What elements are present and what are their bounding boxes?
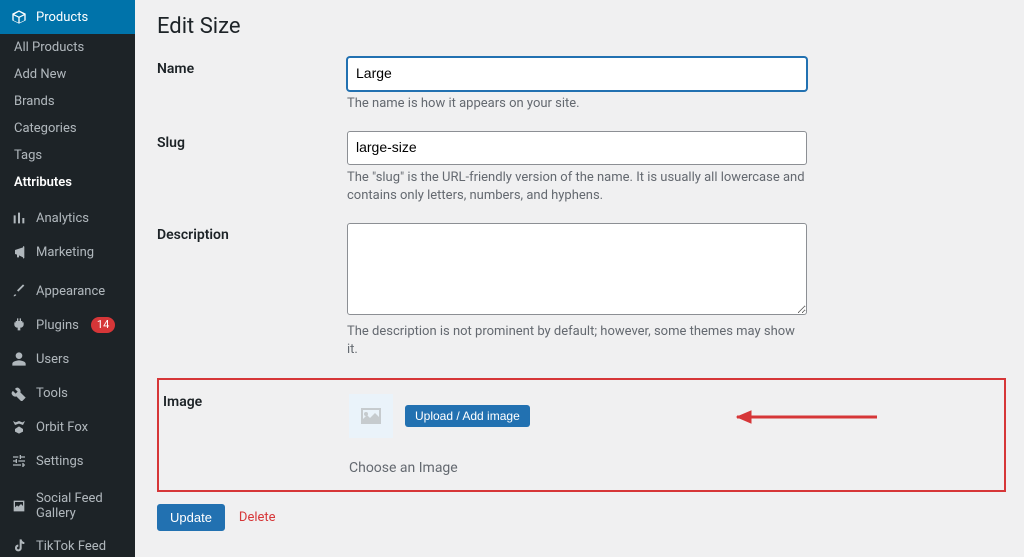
products-submenu: All Products Add New Brands Categories T… [0,34,135,196]
bar-chart-icon [10,209,28,227]
fox-icon [10,418,28,436]
name-row: Name The name is how it appears on your … [157,57,1006,113]
description-row: Description The description is not promi… [157,223,1006,359]
name-help: The name is how it appears on your site. [347,95,807,113]
sidebar-item-analytics[interactable]: Analytics [0,201,135,235]
sidebar-item-label: Marketing [36,245,94,260]
slug-help: The "slug" is the URL-friendly version o… [347,169,807,205]
brush-icon [10,282,28,300]
slug-input[interactable] [347,131,807,165]
description-textarea[interactable] [347,223,807,315]
sidebar-item-label: Analytics [36,211,89,226]
sidebar-item-social-feed[interactable]: Social Feed Gallery [0,483,135,529]
name-input[interactable] [347,57,807,91]
sidebar-item-attributes[interactable]: Attributes [0,169,135,196]
upload-add-image-button[interactable]: Upload / Add image [405,405,530,427]
sidebar-item-tools[interactable]: Tools [0,376,135,410]
sidebar-item-users[interactable]: Users [0,342,135,376]
tiktok-icon [10,537,28,555]
main-content: Edit Size Name The name is how it appear… [135,0,1024,557]
user-icon [10,350,28,368]
sidebar-item-tiktok[interactable]: TikTok Feed [0,529,135,557]
sidebar-item-products[interactable]: Products [0,0,135,34]
sidebar-item-all-products[interactable]: All Products [0,34,135,61]
image-icon [359,406,383,426]
sliders-icon [10,452,28,470]
description-help: The description is not prominent by defa… [347,323,807,359]
plugins-badge: 14 [91,317,115,333]
sidebar-item-label: Plugins [36,318,79,333]
image-thumbnail-placeholder [349,394,393,438]
sidebar-item-label: Users [36,352,69,367]
wrench-icon [10,384,28,402]
slug-label: Slug [157,131,347,151]
sidebar-item-settings[interactable]: Settings [0,444,135,478]
megaphone-icon [10,243,28,261]
slug-row: Slug The "slug" is the URL-friendly vers… [157,131,1006,205]
box-icon [10,8,28,26]
plug-icon [10,316,28,334]
sidebar-item-label: Orbit Fox [36,420,88,435]
image-label: Image [159,394,349,410]
sidebar-item-label: TikTok Feed [36,539,106,554]
sidebar-item-label: Products [36,10,88,25]
page-title: Edit Size [157,14,1006,39]
description-label: Description [157,223,347,243]
admin-sidebar: Products All Products Add New Brands Cat… [0,0,135,557]
sidebar-item-appearance[interactable]: Appearance [0,274,135,308]
sidebar-item-categories[interactable]: Categories [0,115,135,142]
sidebar-item-label: Settings [36,454,83,469]
delete-link[interactable]: Delete [239,510,276,525]
image-section: Image Upload / Add image Choose an Image [157,378,1006,492]
name-label: Name [157,57,347,77]
sidebar-item-label: Tools [36,386,68,401]
choose-image-text: Choose an Image [349,460,1004,476]
sidebar-item-label: Appearance [36,284,105,299]
form-actions: Update Delete [157,504,1006,531]
update-button[interactable]: Update [157,504,225,531]
sidebar-item-add-new[interactable]: Add New [0,61,135,88]
sidebar-item-brands[interactable]: Brands [0,88,135,115]
sidebar-item-label: Social Feed Gallery [36,491,125,521]
sidebar-item-marketing[interactable]: Marketing [0,235,135,269]
sidebar-item-plugins[interactable]: Plugins 14 [0,308,135,342]
sidebar-item-tags[interactable]: Tags [0,142,135,169]
gallery-icon [10,497,28,515]
sidebar-item-orbitfox[interactable]: Orbit Fox [0,410,135,444]
